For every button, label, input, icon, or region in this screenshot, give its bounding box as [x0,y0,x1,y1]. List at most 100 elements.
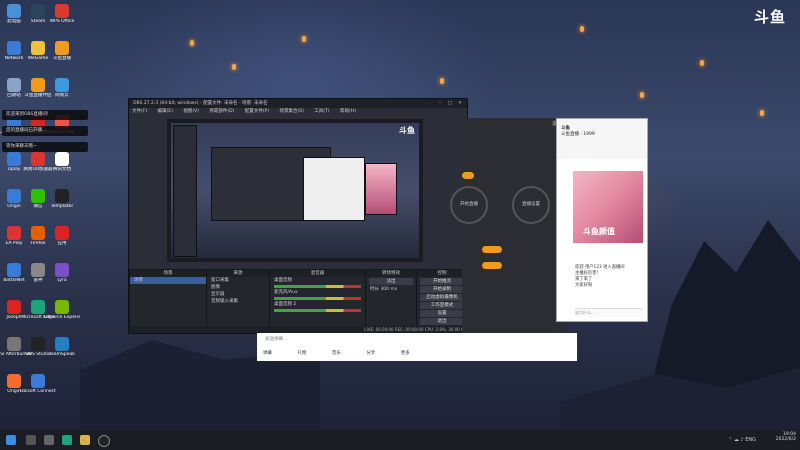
search-icon[interactable] [26,435,36,445]
douyu-companion-panel: 退出 开始直播 直播设置 [450,118,566,333]
desktop-icon-label: 应用 [57,241,67,246]
menu-file[interactable]: 文件(F) [132,109,147,114]
desktop-icon[interactable]: 网易云 [44,78,80,98]
lantern [440,78,444,84]
danmaku-button[interactable]: 弹幕 [263,351,272,356]
preview-canvas: 斗鱼 [171,123,419,258]
lantern [640,92,644,98]
wechat-icon [31,189,45,203]
folder-icon[interactable] [80,435,90,445]
origin2-icon [7,374,21,388]
scene-item[interactable]: 场景 [130,277,206,284]
obs-preview[interactable]: 斗鱼 [167,119,423,262]
firefox-icon [31,226,45,240]
lantern [190,40,194,46]
music-button[interactable]: 音乐 [332,351,341,356]
mixer-channel-label: 桌面音频 [274,278,292,283]
transition-type-select[interactable]: 淡出 [369,278,413,285]
duration-input[interactable]: 300 ms [380,287,397,292]
minimize-icon[interactable]: – [435,99,445,108]
menu-view[interactable]: 视图(V) [183,109,199,114]
volume-meter [274,297,361,300]
nested-image [365,163,397,215]
task-view-icon[interactable] [44,435,54,445]
live-room-panel: 斗鱼 斗鱼直播 · 1999 斗鱼颜值 欢迎 用户123 进入直播间 主播好厉害… [556,118,648,322]
close-icon[interactable]: ✕ [455,99,465,108]
doc-icon [55,152,69,166]
desktop-icon[interactable]: TeamSpeak [44,337,80,357]
tray-icons[interactable]: ⌃ ☁ ♪ ENG [728,437,756,443]
virtual-camera-button[interactable]: 启动虚拟摄像机 [420,294,464,301]
source-item[interactable]: 窗口采集 [207,277,269,284]
computer-icon [7,4,21,18]
source-item[interactable]: 显示器 [207,291,269,298]
menu-tools[interactable]: 工具(T) [314,109,329,114]
desktop-icon[interactable]: WPS Office [44,4,80,24]
lang-indicator[interactable]: ENG [745,437,756,443]
obs-status-bar: LIVE: 00:00:00 REC: 00:00:00 CPU: 2.8%, … [129,326,467,333]
nested-desktop-icons [173,125,197,257]
chat-input[interactable]: 说点什么... [575,308,643,317]
toggle-pill[interactable] [482,246,502,253]
uu-icon [31,152,45,166]
scenes-dock-title: 场景 [130,270,206,277]
source-item[interactable]: 音频输入采集 [207,298,269,305]
desktop-icon[interactable]: 应用 [44,226,80,246]
recycle-bin-icon [7,78,21,92]
exit-button[interactable]: 退出 [420,318,464,325]
notification: 等你来聊天哦~ [2,142,88,152]
afterburner-icon [7,337,21,351]
sources-dock-title: 来源 [207,270,269,277]
obs-title: OBS 27.2.3 (64-bit, windows) - 配置文件: 未命名… [133,101,268,106]
desktop-icon[interactable]: Ubisoft Connect [20,374,56,394]
lantern [302,36,306,42]
ubisoft-icon [31,374,45,388]
gift-button[interactable]: 礼物 [297,351,306,356]
desktop-icon[interactable]: Templater [44,189,80,209]
room-header: 斗鱼 斗鱼直播 · 1999 [557,119,647,159]
obs-icon [31,337,45,351]
menu-help[interactable]: 帮助(H) [340,109,356,114]
studio-mode-button[interactable]: 工作室模式 [420,302,464,309]
edge-icon [31,300,45,314]
menu-profile[interactable]: 配置文件(P) [245,109,269,114]
clock[interactable]: 19:04 2022/6/2 [776,432,796,442]
mixer-dock-title: 混音器 [270,270,365,277]
share-button[interactable]: 分享 [366,351,375,356]
controls-dock: 控制 开始推流 开始录制 启动虚拟摄像机 工作室模式 设置 退出 [416,269,468,333]
edge-icon[interactable] [62,435,72,445]
banner-image[interactable]: 斗鱼颜值 [573,171,643,243]
start-recording-button[interactable]: 开始录制 [420,286,464,293]
toggle-pill[interactable] [482,262,502,269]
obs-title-bar: OBS 27.2.3 (64-bit, windows) - 配置文件: 未命名… [129,99,467,108]
desktop-icon-label: Templater [50,204,74,209]
duration-row: 时长 300 ms [366,286,416,293]
menu-docks[interactable]: 停靠部件(D) [209,109,234,114]
start-icon[interactable] [6,435,16,445]
transitions-dock-title: 转场特效 [366,270,416,277]
menu-scene-collection[interactable]: 场景集合(S) [279,109,303,114]
desktop-icon[interactable]: 腾讯文档 [44,152,80,172]
desktop-icon[interactable]: GeForce Experience [44,300,80,320]
sources-dock: 来源 窗口采集 图像 显示器 音频输入采集 [206,269,270,333]
mixer-channel-label: 桌面音频 2 [274,302,297,307]
live-settings-circle[interactable]: 直播设置 [512,186,550,224]
maximize-icon[interactable]: □ [445,99,455,108]
menu-edit[interactable]: 编辑(E) [158,109,173,114]
volume-meter [274,309,361,312]
source-item[interactable]: 图像 [207,284,269,291]
lantern [580,26,584,32]
start-live-circle[interactable]: 开始直播 [450,186,488,224]
desktop-icon[interactable]: Lyra [44,263,80,283]
lantern [700,60,704,66]
danmaku-input[interactable]: 发送弹幕... [257,333,577,346]
chat-actions: 弹幕 礼物 音乐 分享 更多 [257,346,577,361]
desktop-icon[interactable]: 斗鱼直播 [44,41,80,61]
exit-link[interactable]: 退出 [462,118,566,130]
desktop-icon-label: Ubisoft Connect [20,389,56,394]
more-button[interactable]: 更多 [401,351,410,356]
settings-button[interactable]: 设置 [420,310,464,317]
toggle-pill[interactable] [462,172,474,179]
obs-icon[interactable] [98,435,110,447]
start-streaming-button[interactable]: 开始推流 [420,278,464,285]
